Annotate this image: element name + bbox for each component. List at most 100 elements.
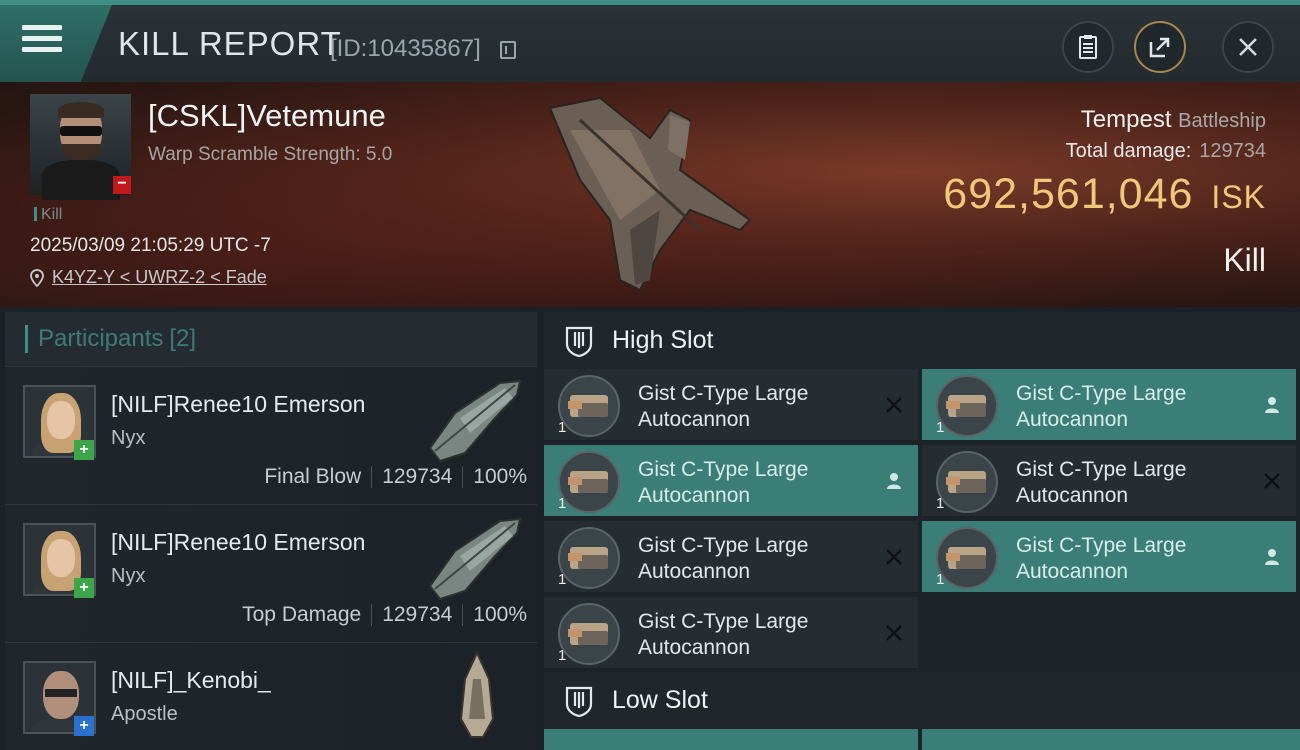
module-quantity: 1 — [558, 571, 567, 588]
total-damage: Total damage: 129734 — [1066, 140, 1266, 163]
hamburger-menu-icon[interactable] — [22, 25, 62, 59]
autocannon-icon — [558, 451, 620, 513]
participant-damage: 129734 — [382, 603, 453, 626]
fittings-panel: High Slot 1 Gist C-Type Large Autocannon 1 G… — [544, 312, 1300, 750]
module-name: Gist C-Type Large Autocannon — [1016, 381, 1246, 433]
participant-stats: Top Damage 129734 100% — [242, 603, 527, 627]
kill-report-window: { "header": { "title": "KILL REPORT", "r… — [0, 0, 1300, 750]
autocannon-icon — [936, 451, 998, 513]
low-slot-module-partial[interactable] — [922, 729, 1300, 750]
victim-ship: Tempest Battleship — [1081, 106, 1266, 134]
module-quantity: 1 — [558, 419, 567, 436]
autocannon-icon — [558, 603, 620, 665]
total-damage-value: 129734 — [1199, 140, 1266, 162]
module-tile[interactable]: 1 Gist C-Type Large Autocannon — [544, 521, 918, 593]
destroyed-x-icon — [886, 397, 902, 413]
module-tile[interactable]: 1 Gist C-Type Large Autocannon — [922, 445, 1296, 517]
participant-row[interactable]: + [NILF]Renee10 Emerson Nyx Final Blow 1… — [5, 367, 537, 505]
module-tile[interactable]: 1 Gist C-Type Large Autocannon — [922, 521, 1296, 593]
autocannon-icon — [558, 375, 620, 437]
isk-value-line: 692,561,046 ISK — [943, 170, 1266, 219]
menu-tab — [0, 5, 112, 82]
copy-icon[interactable] — [500, 41, 516, 59]
clipboard-icon — [1079, 35, 1097, 59]
module-name-line1: Gist C-Type Large — [638, 458, 809, 481]
module-name-line1: Gist C-Type Large — [638, 382, 809, 405]
participant-name: [NILF]Renee10 Emerson — [111, 391, 366, 417]
participant-ship-image — [428, 517, 522, 601]
high-slot-header: High Slot — [544, 312, 1300, 369]
module-tile[interactable]: 1 Gist C-Type Large Autocannon — [922, 369, 1296, 441]
high-slot-icon — [565, 326, 593, 357]
autocannon-icon — [936, 375, 998, 437]
module-name-line2: Autocannon — [638, 560, 751, 583]
participant-ship: Nyx — [111, 565, 146, 587]
participants-title: Participants — [38, 325, 164, 352]
kill-location[interactable]: K4YZ-Y < UWRZ-2 < Fade — [30, 267, 267, 288]
standing-plus-icon: + — [74, 440, 94, 460]
participant-ship: Apostle — [111, 703, 178, 725]
participant-percent: 100% — [473, 465, 527, 488]
location-pin-icon — [30, 268, 44, 287]
participant-stats: Final Blow 129734 100% — [264, 465, 527, 489]
participant-row[interactable]: + [NILF]_Kenobi_ Apostle — [5, 643, 537, 750]
module-name-line2: Autocannon — [638, 484, 751, 507]
participant-damage: 129734 — [382, 465, 453, 488]
module-name: Gist C-Type Large Autocannon — [1016, 457, 1246, 509]
result-label: Kill — [1223, 242, 1266, 278]
location-link[interactable]: K4YZ-Y < UWRZ-2 < Fade — [52, 267, 267, 288]
participants-panel: Participants [2] + [NILF]Renee10 Emerson… — [5, 312, 537, 750]
autocannon-icon — [936, 527, 998, 589]
participant-role: Top Damage — [242, 603, 362, 626]
destroyed-x-icon — [886, 549, 902, 565]
participant-percent: 100% — [473, 603, 527, 626]
page-title: KILL REPORT — [118, 25, 342, 62]
ship-name[interactable]: Tempest — [1081, 106, 1172, 133]
autocannon-icon — [558, 527, 620, 589]
module-name-line1: Gist C-Type Large — [638, 610, 809, 633]
module-name-line1: Gist C-Type Large — [1016, 382, 1187, 405]
module-name-line1: Gist C-Type Large — [638, 534, 809, 557]
module-name-line1: Gist C-Type Large — [1016, 534, 1187, 557]
module-name: Gist C-Type Large Autocannon — [638, 457, 868, 509]
victim-ship-image — [548, 96, 752, 292]
module-quantity: 1 — [558, 495, 567, 512]
participants-header: Participants [2] — [5, 312, 537, 367]
participant-name: [NILF]Renee10 Emerson — [111, 529, 366, 555]
clipboard-button[interactable] — [1062, 21, 1114, 73]
module-name-line2: Autocannon — [1016, 560, 1129, 583]
module-name: Gist C-Type Large Autocannon — [638, 381, 868, 433]
victim-name[interactable]: [CSKL]Vetemune — [148, 98, 386, 134]
low-slot-icon — [565, 686, 593, 717]
participant-ship-image — [428, 379, 522, 463]
module-tile[interactable]: 1 Gist C-Type Large Autocannon — [544, 369, 918, 441]
share-icon — [1149, 37, 1170, 58]
victim-stat: Warp Scramble Strength: 5.0 — [148, 144, 393, 165]
module-tile[interactable]: 1 Gist C-Type Large Autocannon — [544, 445, 918, 517]
destroyed-x-icon — [1264, 473, 1280, 489]
pilot-icon — [1265, 549, 1279, 565]
low-slot-title: Low Slot — [612, 686, 708, 714]
close-button[interactable] — [1222, 21, 1274, 73]
module-quantity: 1 — [936, 495, 945, 512]
total-damage-label: Total damage: — [1065, 140, 1192, 162]
participant-row[interactable]: + [NILF]Renee10 Emerson Nyx Top Damage 1… — [5, 505, 537, 643]
standing-plus-icon: + — [74, 716, 94, 736]
victim-panel: − [CSKL]Vetemune Warp Scramble Strength:… — [0, 82, 1300, 307]
module-name-line2: Autocannon — [638, 408, 751, 431]
participant-ship-image — [459, 650, 495, 738]
low-slot-header: Low Slot — [544, 672, 1300, 729]
isk-unit: ISK — [1211, 179, 1266, 215]
isk-value: 692,561,046 — [943, 170, 1194, 218]
close-icon — [1239, 38, 1257, 56]
low-slot-module-partial[interactable] — [544, 729, 918, 750]
participant-role: Final Blow — [264, 465, 362, 488]
standing-plus-icon: + — [74, 578, 94, 598]
module-name: Gist C-Type Large Autocannon — [638, 533, 868, 585]
module-name: Gist C-Type Large Autocannon — [1016, 533, 1246, 585]
module-tile[interactable]: 1 Gist C-Type Large Autocannon — [544, 597, 918, 669]
kill-tag: Kill — [34, 206, 62, 224]
share-button[interactable] — [1134, 21, 1186, 73]
high-slot-title: High Slot — [612, 326, 714, 354]
module-name-line2: Autocannon — [1016, 484, 1129, 507]
